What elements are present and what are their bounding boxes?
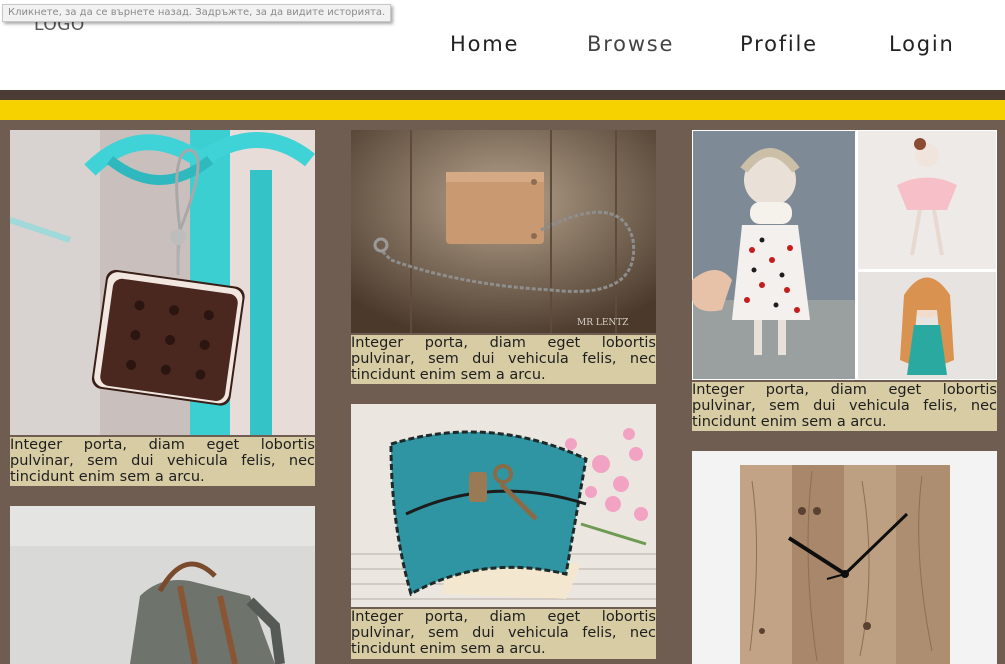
product-card-clock[interactable] (692, 451, 997, 664)
journal-caption: Integer porta, diam eget lobortis pulvin… (351, 609, 656, 659)
wallet-image[interactable]: MR LENTZ (351, 130, 656, 333)
accent-bar (0, 100, 1005, 120)
dolls-caption: Integer porta, diam eget lobortis pulvin… (692, 382, 997, 431)
nav-profile-link[interactable]: Profile (740, 32, 818, 56)
dolls-image[interactable] (692, 130, 997, 380)
product-card-backpack[interactable] (10, 506, 315, 664)
product-card-earring[interactable]: Integer porta, diam eget lobortis pulvin… (10, 130, 315, 486)
wallet-watermark: MR LENTZ (577, 318, 629, 328)
backpack-image[interactable] (10, 506, 315, 664)
earring-caption: Integer porta, diam eget lobortis pulvin… (10, 437, 315, 486)
nav-login-link[interactable]: Login (889, 32, 955, 56)
nav-browse-link[interactable]: Browse (587, 32, 674, 56)
earring-image[interactable] (10, 130, 315, 435)
nav-home-link[interactable]: Home (450, 32, 519, 56)
journal-image[interactable] (351, 404, 656, 607)
wallet-caption: Integer porta, diam eget lobortis pulvin… (351, 335, 656, 384)
clock-image[interactable] (692, 451, 997, 664)
product-card-wallet[interactable]: MR LENTZ Integer porta, diam eget lobort… (351, 130, 656, 384)
back-button-tooltip: Кликнете, за да се върнете назад. Задръж… (2, 4, 392, 22)
product-card-journal[interactable]: Integer porta, diam eget lobortis pulvin… (351, 404, 656, 664)
header-divider (0, 90, 1005, 100)
site-header: LOGO Кликнете, за да се върнете назад. З… (0, 0, 1005, 90)
product-card-dolls[interactable]: Integer porta, diam eget lobortis pulvin… (692, 130, 997, 431)
